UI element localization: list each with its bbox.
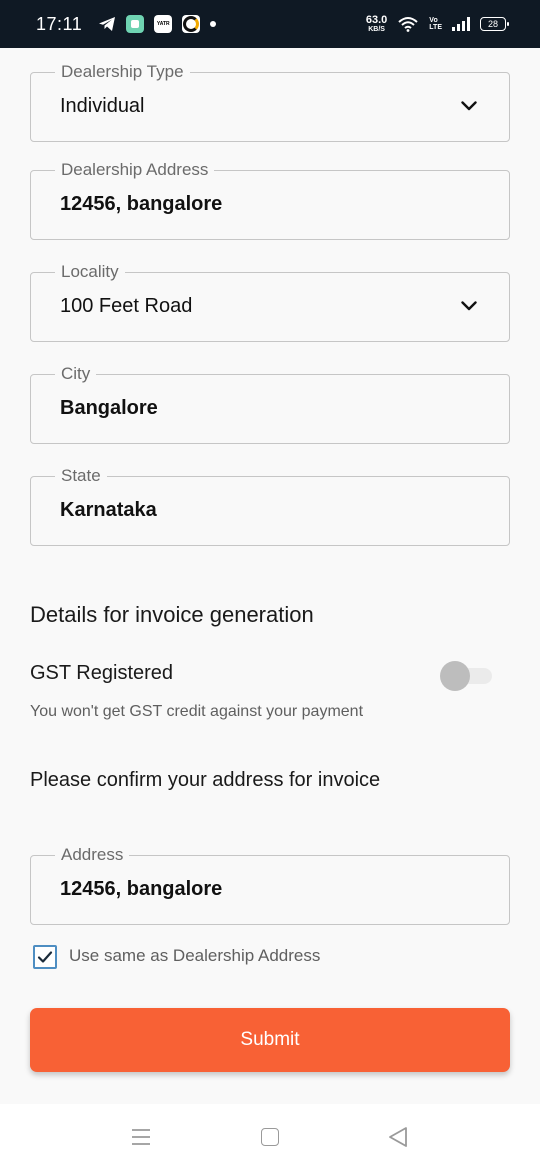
state-value: Karnataka <box>60 499 157 521</box>
dealership-type-select[interactable]: Dealership Type Individual <box>30 62 510 142</box>
invoice-address-value: 12456, bangalore <box>60 878 223 900</box>
wifi-icon <box>398 17 418 32</box>
state-label: State <box>55 466 107 486</box>
gst-registered-label: GST Registered <box>30 662 174 684</box>
app-notification-icon <box>126 15 145 33</box>
more-notifications-dot-icon <box>210 21 217 27</box>
invoice-section-title: Details for invoice generation <box>30 602 314 627</box>
invoice-address-label: Address <box>55 845 130 865</box>
locality-value: 100 Feet Road <box>60 295 193 317</box>
gst-note: You won't get GST credit against your pa… <box>30 703 364 720</box>
dealership-address-field[interactable]: Dealership Address 12456, bangalore <box>30 160 510 240</box>
locality-label: Locality <box>55 262 125 282</box>
confirm-address-heading: Please confirm your address for invoice <box>30 769 381 791</box>
gst-registered-toggle[interactable] <box>440 660 494 692</box>
city-field[interactable]: City Bangalore <box>30 364 510 444</box>
status-time: 17:11 <box>36 13 83 34</box>
dealership-address-label: Dealership Address <box>55 160 215 180</box>
battery-icon: 28 <box>480 17 509 31</box>
submit-button[interactable]: Submit <box>30 1008 510 1072</box>
city-label: City <box>55 364 97 384</box>
system-nav-bar <box>0 1104 540 1170</box>
same-address-label[interactable]: Use same as Dealership Address <box>69 946 320 966</box>
network-speed: 63.0 KB/S <box>365 14 388 34</box>
yatra-icon: YATR <box>154 15 173 33</box>
toggle-knob <box>440 661 470 691</box>
dealership-address-value: 12456, bangalore <box>60 193 223 215</box>
invoice-address-field[interactable]: Address 12456, bangalore <box>30 845 510 925</box>
locality-select[interactable]: Locality 100 Feet Road <box>30 262 510 342</box>
home-icon[interactable] <box>261 1128 279 1146</box>
dealership-type-label: Dealership Type <box>55 62 190 82</box>
app-c-icon <box>182 15 201 33</box>
telegram-icon <box>99 17 116 31</box>
state-field[interactable]: State Karnataka <box>30 466 510 546</box>
status-bar: 17:11 YATR 63.0 KB/S Vo LTE 28 <box>0 0 540 48</box>
notification-icons: YATR <box>98 15 217 33</box>
chevron-down-icon[interactable] <box>461 101 477 111</box>
volte-icon: Vo LTE <box>429 17 442 31</box>
dealership-type-value: Individual <box>60 95 145 117</box>
city-value: Bangalore <box>60 397 158 419</box>
signal-icon <box>452 17 470 31</box>
same-address-checkbox[interactable] <box>33 945 57 969</box>
chevron-down-icon[interactable] <box>461 301 477 311</box>
recents-menu-icon[interactable] <box>131 1128 151 1146</box>
back-icon[interactable] <box>387 1126 409 1148</box>
system-icons: 63.0 KB/S Vo LTE 28 <box>365 14 509 34</box>
checkmark-icon <box>37 951 53 963</box>
